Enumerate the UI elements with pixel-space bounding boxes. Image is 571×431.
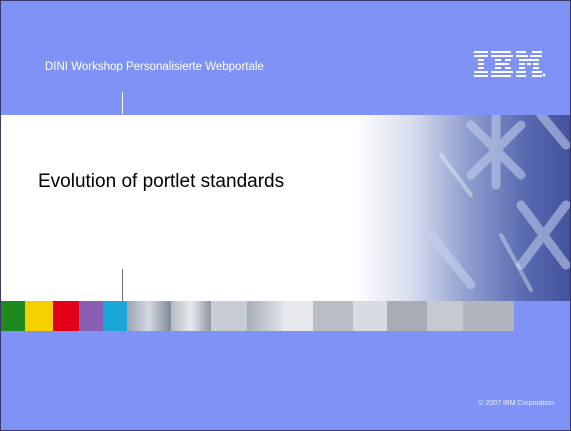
slide-header: DINI Workshop Personalisierte Webportale <box>1 1 570 115</box>
ibm-logo <box>474 51 546 77</box>
decorative-snowflake-graphic <box>426 115 570 292</box>
title-band <box>1 115 570 301</box>
photo-block <box>171 301 211 331</box>
gray-block <box>283 301 313 331</box>
divider-line <box>122 269 123 301</box>
gray-block <box>463 301 514 331</box>
copyright-text: © 2007 IBM Corporation <box>478 400 554 407</box>
workshop-label: DINI Workshop Personalisierte Webportale <box>45 61 264 73</box>
slide-title: Evolution of portlet standards <box>38 171 285 192</box>
purple-block <box>79 301 103 331</box>
color-strip <box>1 301 570 331</box>
gray-block <box>387 301 427 331</box>
green-block <box>1 301 25 331</box>
slide-footer <box>1 331 570 430</box>
red-block <box>53 301 79 331</box>
gray-block <box>353 301 387 331</box>
cyan-block <box>103 301 127 331</box>
photo-block <box>127 301 171 331</box>
gray-block <box>313 301 353 331</box>
yellow-block <box>25 301 53 331</box>
photo-block <box>247 301 283 331</box>
photo-block <box>211 301 247 331</box>
slide: DINI Workshop Personalisierte Webportale <box>0 0 571 431</box>
gray-block <box>427 301 463 331</box>
divider-line <box>122 92 123 114</box>
